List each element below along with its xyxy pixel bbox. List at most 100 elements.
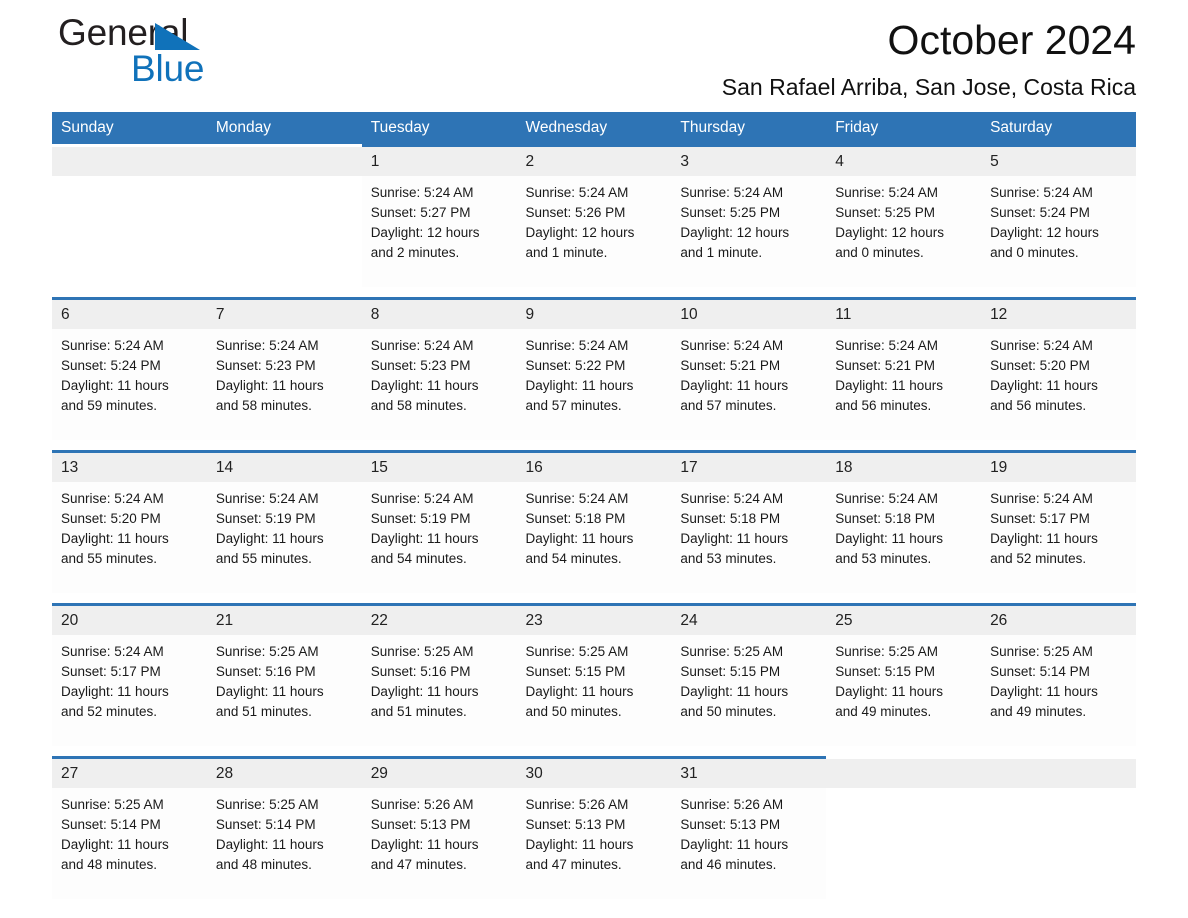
day-info-line: Daylight: 12 hours — [680, 225, 790, 240]
day-number-row: 20 21 22 23 24 25 26 — [52, 606, 1136, 635]
day-cell[interactable]: Sunrise: 5:25 AM Sunset: 5:16 PM Daylight:… — [206, 635, 362, 746]
day-number[interactable]: 26 — [981, 606, 1136, 635]
day-number[interactable]: 23 — [516, 606, 672, 635]
day-info-line: and 0 minutes. — [835, 245, 924, 260]
day-cell[interactable]: Sunrise: 5:24 AM Sunset: 5:21 PM Daylight:… — [671, 329, 827, 440]
day-cell[interactable]: Sunrise: 5:24 AM Sunset: 5:25 PM Daylight:… — [826, 176, 982, 287]
day-number[interactable]: 2 — [516, 147, 672, 176]
day-number[interactable]: 13 — [52, 453, 207, 482]
day-number[interactable]: 27 — [52, 759, 207, 788]
day-cell[interactable]: Sunrise: 5:24 AM Sunset: 5:18 PM Daylight:… — [516, 482, 672, 593]
day-info-line: Daylight: 11 hours — [835, 531, 944, 546]
day-info-line: and 58 minutes. — [370, 398, 467, 413]
day-number-row: 6 7 8 9 10 11 12 — [52, 300, 1136, 329]
day-number[interactable]: 1 — [361, 147, 517, 176]
day-cell[interactable]: Sunrise: 5:24 AM Sunset: 5:19 PM Daylight:… — [361, 482, 517, 593]
day-number[interactable]: 29 — [361, 759, 517, 788]
day-info-line: Sunset: 5:15 PM — [680, 664, 781, 679]
day-cell[interactable]: Sunrise: 5:25 AM Sunset: 5:16 PM Daylight:… — [361, 635, 517, 746]
day-cell[interactable]: Sunrise: 5:24 AM Sunset: 5:17 PM Daylight:… — [52, 635, 207, 746]
day-cell[interactable]: Sunrise: 5:24 AM Sunset: 5:21 PM Daylight:… — [826, 329, 982, 440]
day-cell[interactable]: Sunrise: 5:24 AM Sunset: 5:27 PM Daylight:… — [361, 176, 517, 287]
day-number[interactable]: 22 — [361, 606, 517, 635]
week-spacer-cell — [52, 287, 207, 297]
day-info-line: Sunset: 5:27 PM — [370, 205, 471, 220]
day-info-line: and 50 minutes. — [680, 704, 777, 719]
day-cell[interactable]: Sunrise: 5:24 AM Sunset: 5:20 PM Daylight:… — [981, 329, 1136, 440]
day-info-line: Sunset: 5:19 PM — [215, 511, 316, 526]
day-number[interactable]: 31 — [671, 759, 827, 788]
day-number[interactable]: 17 — [671, 453, 827, 482]
day-cell[interactable]: Sunrise: 5:25 AM Sunset: 5:15 PM Daylight:… — [516, 635, 672, 746]
day-cell[interactable]: Sunrise: 5:24 AM Sunset: 5:19 PM Daylight:… — [206, 482, 362, 593]
day-info-line: Daylight: 11 hours — [525, 684, 634, 699]
day-cell[interactable]: Sunrise: 5:25 AM Sunset: 5:14 PM Daylight:… — [52, 788, 207, 899]
day-cell[interactable]: Sunrise: 5:24 AM Sunset: 5:26 PM Daylight:… — [516, 176, 672, 287]
day-cell[interactable]: Sunrise: 5:24 AM Sunset: 5:18 PM Daylight:… — [671, 482, 827, 593]
day-number[interactable]: 9 — [516, 300, 672, 329]
week-spacer-cell — [826, 593, 982, 603]
day-number[interactable]: 11 — [826, 300, 982, 329]
day-info-line: Sunset: 5:13 PM — [525, 817, 626, 832]
day-number[interactable]: 19 — [981, 453, 1136, 482]
day-number[interactable]: 5 — [981, 147, 1136, 176]
day-number[interactable]: 7 — [206, 300, 362, 329]
day-cell[interactable]: Sunrise: 5:25 AM Sunset: 5:15 PM Daylight:… — [826, 635, 982, 746]
day-cell[interactable]: Sunrise: 5:26 AM Sunset: 5:13 PM Daylight:… — [671, 788, 827, 899]
day-number[interactable]: 6 — [52, 300, 207, 329]
week-spacer-cell — [52, 440, 207, 450]
day-info-line: Daylight: 11 hours — [61, 837, 169, 852]
day-cell[interactable]: Sunrise: 5:24 AM Sunset: 5:20 PM Daylight:… — [52, 482, 207, 593]
weekday-header-thursday: Thursday — [671, 112, 827, 144]
day-number[interactable]: 24 — [671, 606, 827, 635]
day-number[interactable]: 20 — [52, 606, 207, 635]
day-info-line: Daylight: 11 hours — [525, 531, 634, 546]
day-info-line: Sunset: 5:20 PM — [990, 358, 1090, 373]
day-info-row: Sunrise: 5:25 AM Sunset: 5:14 PM Daylight:… — [52, 788, 1136, 899]
day-cell[interactable]: Sunrise: 5:26 AM Sunset: 5:13 PM Daylight:… — [516, 788, 672, 899]
day-cell[interactable]: Sunrise: 5:24 AM Sunset: 5:17 PM Daylight:… — [981, 482, 1136, 593]
day-number[interactable]: 3 — [671, 147, 827, 176]
day-info-line: and 48 minutes. — [215, 857, 312, 872]
page-title: October 2024 — [887, 17, 1136, 63]
day-info-line: Sunset: 5:14 PM — [990, 664, 1090, 679]
day-cell[interactable]: Sunrise: 5:24 AM Sunset: 5:24 PM Daylight:… — [981, 176, 1136, 287]
day-cell[interactable]: Sunrise: 5:25 AM Sunset: 5:15 PM Daylight:… — [671, 635, 827, 746]
weekday-header-monday: Monday — [206, 112, 362, 144]
day-number[interactable]: 16 — [516, 453, 672, 482]
day-number[interactable]: 28 — [206, 759, 362, 788]
day-cell[interactable]: Sunrise: 5:24 AM Sunset: 5:25 PM Daylight:… — [671, 176, 827, 287]
day-number[interactable]: 18 — [826, 453, 982, 482]
day-info-line: Daylight: 11 hours — [680, 378, 789, 393]
day-number[interactable]: 14 — [206, 453, 362, 482]
week-spacer-cell — [671, 440, 827, 450]
day-cell[interactable]: Sunrise: 5:25 AM Sunset: 5:14 PM Daylight:… — [206, 788, 362, 899]
day-number[interactable]: 12 — [981, 300, 1136, 329]
day-number[interactable]: 25 — [826, 606, 982, 635]
day-info-line: Sunrise: 5:24 AM — [525, 338, 629, 353]
week-spacer-cell — [671, 287, 827, 297]
day-number-empty — [52, 147, 207, 176]
day-info-line: Sunset: 5:25 PM — [835, 205, 936, 220]
day-number[interactable]: 30 — [516, 759, 672, 788]
day-info-line: Sunrise: 5:26 AM — [680, 797, 784, 812]
day-cell[interactable]: Sunrise: 5:24 AM Sunset: 5:23 PM Daylight:… — [206, 329, 362, 440]
day-info-line: Sunset: 5:14 PM — [61, 817, 161, 832]
day-info-line: Sunrise: 5:24 AM — [525, 185, 629, 200]
day-cell[interactable]: Sunrise: 5:26 AM Sunset: 5:13 PM Daylight:… — [361, 788, 517, 899]
day-cell[interactable]: Sunrise: 5:24 AM Sunset: 5:22 PM Daylight:… — [516, 329, 672, 440]
day-cell[interactable]: Sunrise: 5:25 AM Sunset: 5:14 PM Daylight:… — [981, 635, 1136, 746]
weekday-header-friday: Friday — [826, 112, 982, 144]
day-cell[interactable]: Sunrise: 5:24 AM Sunset: 5:18 PM Daylight:… — [826, 482, 982, 593]
week-spacer-cell — [826, 440, 982, 450]
day-number[interactable]: 4 — [826, 147, 982, 176]
day-info-row: Sunrise: 5:24 AM Sunset: 5:17 PM Daylight:… — [52, 635, 1136, 746]
day-number[interactable]: 10 — [671, 300, 827, 329]
day-cell[interactable]: Sunrise: 5:24 AM Sunset: 5:23 PM Daylight:… — [361, 329, 517, 440]
day-number[interactable]: 15 — [361, 453, 517, 482]
week-spacer-cell — [981, 440, 1136, 450]
day-number[interactable]: 21 — [206, 606, 362, 635]
day-cell[interactable]: Sunrise: 5:24 AM Sunset: 5:24 PM Daylight:… — [52, 329, 207, 440]
day-number[interactable]: 8 — [361, 300, 517, 329]
day-number-row: 12345 — [52, 147, 1136, 176]
